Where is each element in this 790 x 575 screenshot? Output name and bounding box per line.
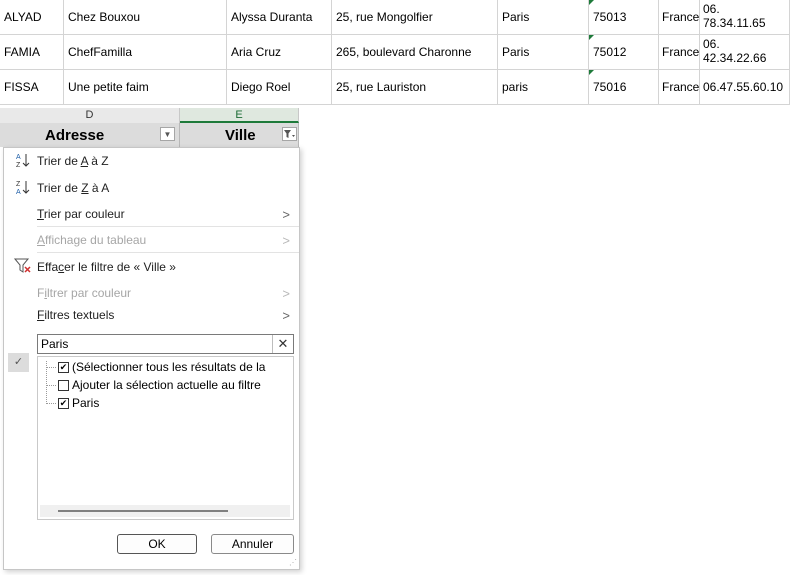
cell-city[interactable]: paris <box>498 70 589 105</box>
header-cell-adresse[interactable]: Adresse ▼ <box>0 123 180 147</box>
svg-text:Z: Z <box>16 162 21 168</box>
cell-city[interactable]: Paris <box>498 35 589 70</box>
scrollbar-thumb[interactable] <box>58 510 228 512</box>
cell-code[interactable]: FISSA <box>0 70 64 105</box>
ok-button[interactable]: OK <box>117 534 197 554</box>
cell-country[interactable]: France <box>659 70 700 105</box>
header-cell-ville[interactable]: Ville <box>180 123 299 147</box>
filter-search-input[interactable]: Paris ✕ <box>37 334 294 354</box>
table-view-item: Affichage du tableau > <box>37 232 290 248</box>
cell-zip[interactable]: 75012 <box>589 35 659 70</box>
cancel-button[interactable]: Annuler <box>211 534 294 554</box>
menu-separator <box>37 226 299 227</box>
horizontal-scrollbar[interactable] <box>40 505 290 517</box>
chevron-down-icon[interactable]: ▼ <box>160 127 175 141</box>
error-indicator-icon <box>589 0 594 5</box>
filter-icon[interactable] <box>282 127 297 141</box>
resize-grip-icon[interactable]: ⋰ <box>289 558 297 567</box>
cell-contact[interactable]: Aria Cruz <box>227 35 332 70</box>
list-item-add-selection[interactable]: Ajouter la sélection actuelle au filtre <box>58 376 261 394</box>
column-letter-e[interactable]: E <box>180 108 299 123</box>
text-filters-item[interactable]: Filtres textuels > <box>4 303 300 327</box>
menu-separator <box>37 252 299 253</box>
clear-filter-icon <box>13 258 32 277</box>
cell-code[interactable]: FAMIA <box>0 35 64 70</box>
svg-text:A: A <box>16 189 21 195</box>
error-indicator-icon <box>589 35 594 40</box>
svg-text:Z: Z <box>16 181 21 188</box>
cell-phone[interactable]: 06.47.55.60.10 <box>700 70 790 105</box>
cell-code[interactable]: ALYAD <box>0 0 64 35</box>
cell-phone[interactable]: 06. 42.34.22.66 <box>700 35 790 70</box>
sort-descending-icon: ZA <box>14 179 32 198</box>
sort-descending-item[interactable]: ZA Trier de Z à A <box>4 176 300 200</box>
error-indicator-icon <box>589 70 594 75</box>
svg-text:A: A <box>16 154 21 161</box>
checkbox-checked-icon[interactable]: ✔ <box>58 397 69 409</box>
cell-company[interactable]: ChefFamilla <box>64 35 227 70</box>
clear-filter-item[interactable]: Effacer le filtre de « Ville » <box>4 255 300 279</box>
cell-city[interactable]: Paris <box>498 0 589 35</box>
header-label-adresse: Adresse <box>45 126 105 144</box>
cell-zip[interactable]: 75013 <box>589 0 659 35</box>
cell-contact[interactable]: Alyssa Duranta <box>227 0 332 35</box>
list-item-select-all[interactable]: ✔ (Sélectionner tous les résultats de la <box>58 358 265 376</box>
cell-country[interactable]: France <box>659 0 700 35</box>
filter-by-color-item: Filtrer par couleur > <box>37 285 290 301</box>
column-letter-d[interactable]: D <box>0 108 180 123</box>
sort-by-color-item[interactable]: Trier par couleur > <box>4 202 300 226</box>
chevron-right-icon: > <box>282 232 290 248</box>
cell-phone[interactable]: 06. 78.34.11.65 <box>700 0 790 35</box>
checkbox-checked-icon[interactable]: ✔ <box>58 361 69 373</box>
checkbox-unchecked-icon[interactable] <box>58 379 69 391</box>
sort-ascending-icon: AZ <box>14 152 32 171</box>
sort-ascending-item[interactable]: AZ Trier de A à Z <box>4 149 300 173</box>
checkmark-icon: ✓ <box>8 353 29 372</box>
cell-address[interactable]: 265, boulevard Charonne <box>332 35 498 70</box>
cell-zip[interactable]: 75016 <box>589 70 659 105</box>
autofilter-dropdown: AZ Trier de A à Z ZA Trier de Z à A Trie… <box>3 147 300 570</box>
cell-address[interactable]: 25, rue Mongolfier <box>332 0 498 35</box>
chevron-right-icon: > <box>282 307 290 323</box>
filter-values-list[interactable]: ✔ (Sélectionner tous les résultats de la … <box>37 356 294 520</box>
chevron-right-icon: > <box>282 206 290 222</box>
clear-search-icon[interactable]: ✕ <box>272 335 293 353</box>
cell-company[interactable]: Chez Bouxou <box>64 0 227 35</box>
cell-contact[interactable]: Diego Roel <box>227 70 332 105</box>
header-label-ville: Ville <box>225 126 256 144</box>
cell-address[interactable]: 25, rue Lauriston <box>332 70 498 105</box>
cell-company[interactable]: Une petite faim <box>64 70 227 105</box>
cell-country[interactable]: France <box>659 35 700 70</box>
list-item-paris[interactable]: ✔ Paris <box>58 394 99 412</box>
chevron-right-icon: > <box>282 285 290 301</box>
